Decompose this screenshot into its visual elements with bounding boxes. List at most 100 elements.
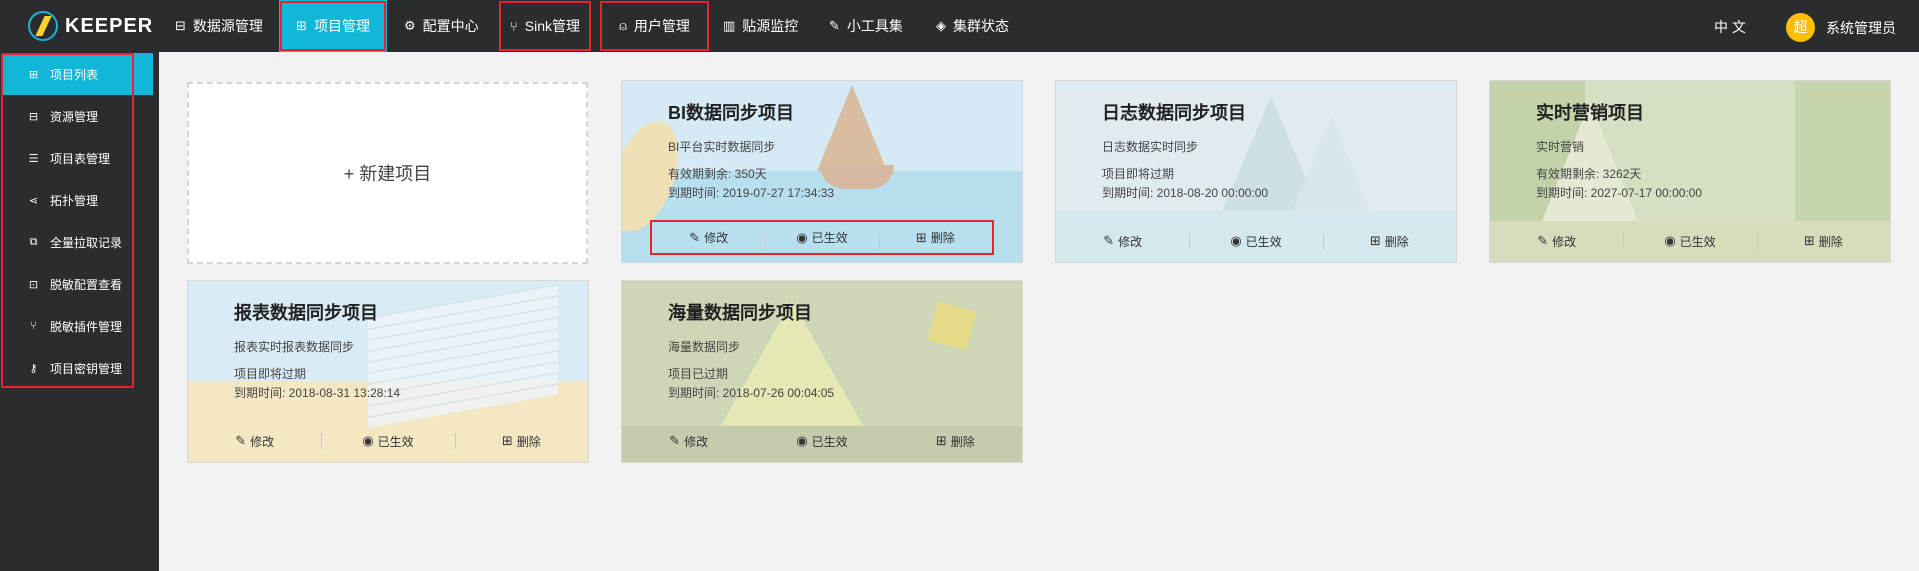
edit-button[interactable]: ✎ 修改 (622, 420, 755, 462)
sidebar-item-project-list[interactable]: ⊞ 项目列表 (3, 53, 153, 95)
gear-icon: ⚙ (404, 18, 416, 33)
nav-item-tools[interactable]: ✎ 小工具集 (829, 0, 921, 52)
sidebar-item-project-table[interactable]: ☰ 项目表管理 (3, 137, 153, 179)
edit-label: 修改 (250, 434, 275, 449)
delete-button[interactable]: ⊞ 删除 (878, 222, 992, 253)
card-actions: ✎ 修改 ◉ 已生效 ⊞ 删除 (1490, 220, 1890, 262)
sidebar-item-label: 资源管理 (50, 109, 99, 124)
edit-button[interactable]: ✎ 修改 (652, 222, 765, 253)
project-remaining: 项目已过期 (668, 367, 729, 381)
status-label: 已生效 (811, 231, 848, 245)
delete-label: 删除 (1818, 234, 1843, 249)
status-label: 已生效 (811, 434, 848, 449)
eye-icon: ◉ (1230, 233, 1242, 248)
edit-button[interactable]: ✎ 修改 (188, 420, 321, 462)
card-actions: ✎ 修改 ◉ 已生效 ⊞ 删除 (1056, 220, 1456, 262)
delete-button[interactable]: ⊞ 删除 (888, 420, 1022, 462)
project-description: 报表实时报表数据同步 (234, 340, 355, 354)
eye-icon: ◉ (796, 433, 808, 448)
user-name[interactable]: 系统管理员 (1826, 18, 1896, 38)
database-icon: ⊟ (175, 18, 186, 33)
edit-label: 修改 (684, 434, 709, 449)
nav-label: 项目管理 (313, 18, 370, 34)
nav-item-datasource[interactable]: ⊟ 数据源管理 (175, 0, 279, 52)
pencil-icon: ✎ (669, 433, 681, 448)
project-title: 日志数据同步项目 (1102, 103, 1246, 123)
project-expire-time: 到期时间: 2019-07-27 17:34:33 (668, 186, 835, 200)
top-navigation-bar: KEEPER ⊟ 数据源管理 ⊞ 项目管理 ⚙ 配置中心 ⑂ Sink管理 ⍝ … (0, 0, 1919, 52)
pencil-icon: ✎ (689, 229, 701, 245)
trash-icon: ⊞ (1369, 233, 1381, 248)
sidebar-item-label: 全量拉取记录 (50, 235, 123, 250)
project-remaining: 项目即将过期 (1102, 167, 1175, 181)
sidebar-item-mask-plugin[interactable]: ⑂ 脱敏插件管理 (3, 305, 153, 347)
status-label: 已生效 (1245, 234, 1282, 249)
sidebar-item-label: 项目列表 (50, 67, 99, 82)
delete-label: 删除 (930, 231, 955, 245)
lightning-logo-icon (28, 11, 58, 41)
card-actions: ✎ 修改 ◉ 已生效 ⊞ 删除 (622, 420, 1022, 462)
status-button[interactable]: ◉ 已生效 (321, 420, 454, 462)
status-button[interactable]: ◉ 已生效 (1189, 220, 1322, 262)
keeper-logo[interactable]: KEEPER (28, 10, 153, 42)
sidebar-item-resource[interactable]: ⊟ 资源管理 (3, 95, 153, 137)
sidebar-item-project-key[interactable]: ⚷ 项目密钥管理 (3, 347, 153, 389)
edit-button[interactable]: ✎ 修改 (1056, 220, 1189, 262)
project-card[interactable]: 实时营销项目 实时营销 有效期剩余: 3262天 到期时间: 2027-07-1… (1489, 80, 1891, 263)
plugin-icon: ⑂ (30, 320, 37, 332)
pencil-icon: ✎ (1537, 233, 1549, 248)
delete-button[interactable]: ⊞ 删除 (454, 420, 588, 462)
key-icon: ⚷ (29, 362, 38, 375)
table-icon: ☰ (28, 152, 39, 165)
language-switch[interactable]: 中 文 (1714, 17, 1746, 37)
sidebar-item-label: 拓扑管理 (50, 193, 99, 208)
project-description: 实时营销 (1536, 140, 1585, 154)
project-card[interactable]: 报表数据同步项目 报表实时报表数据同步 项目即将过期 到期时间: 2018-08… (187, 280, 589, 463)
nav-item-monitor[interactable]: ▥ 贴源监控 (723, 0, 815, 52)
project-expire-time: 到期时间: 2027-07-17 00:00:00 (1536, 186, 1703, 200)
nav-item-project[interactable]: ⊞ 项目管理 (279, 0, 387, 52)
delete-label: 删除 (950, 434, 975, 449)
logo-text: KEEPER (65, 14, 154, 37)
sidebar-item-label: 脱敏配置查看 (50, 277, 123, 292)
status-button[interactable]: ◉ 已生效 (755, 420, 888, 462)
nav-label: 数据源管理 (192, 18, 263, 34)
sidebar-item-topology[interactable]: ⋖ 拓扑管理 (3, 179, 153, 221)
project-card[interactable]: BI数据同步项目 BI平台实时数据同步 有效期剩余: 350天 到期时间: 20… (621, 80, 1023, 263)
project-expire-time: 到期时间: 2018-08-20 00:00:00 (1102, 186, 1269, 200)
delete-button[interactable]: ⊞ 删除 (1322, 220, 1456, 262)
avatar[interactable]: 超 (1786, 13, 1815, 42)
project-title: 实时营销项目 (1536, 103, 1644, 123)
new-project-card[interactable]: + 新建项目 (187, 82, 588, 264)
status-label: 已生效 (1679, 234, 1716, 249)
nav-item-sink[interactable]: ⑂ Sink管理 (498, 0, 592, 52)
nav-label: Sink管理 (524, 18, 581, 34)
wrench-icon: ✎ (829, 18, 840, 33)
delete-label: 删除 (1384, 234, 1409, 249)
nav-label: 用户管理 (633, 18, 690, 34)
eye-icon: ◉ (1664, 233, 1676, 248)
delete-button[interactable]: ⊞ 删除 (1756, 220, 1890, 262)
main-content: + 新建项目 BI数据同步项目 BI平台实时数据同步 有效期剩余: 350天 到… (159, 52, 1919, 571)
trash-icon: ⊞ (501, 433, 513, 448)
edit-label: 修改 (1118, 234, 1143, 249)
project-card[interactable]: 日志数据同步项目 日志数据实时同步 项目即将过期 到期时间: 2018-08-2… (1055, 80, 1457, 263)
sidebar-item-label: 项目密钥管理 (50, 361, 123, 376)
edit-label: 修改 (704, 231, 729, 245)
sidebar-item-label: 项目表管理 (50, 151, 111, 166)
nav-item-config[interactable]: ⚙ 配置中心 (404, 0, 496, 52)
project-description: 海量数据同步 (668, 340, 741, 354)
sidebar-item-full-pull[interactable]: ⧉ 全量拉取记录 (3, 221, 153, 263)
nav-item-user[interactable]: ⍝ 用户管理 (599, 0, 710, 52)
project-description: 日志数据实时同步 (1102, 140, 1199, 154)
nav-label: 集群状态 (953, 18, 1009, 34)
sink-icon: ⑂ (509, 18, 518, 34)
nav-item-cluster[interactable]: ◈ 集群状态 (936, 0, 1028, 52)
status-button[interactable]: ◉ 已生效 (765, 222, 878, 253)
sidebar-item-mask-config[interactable]: ⊡ 脱敏配置查看 (3, 263, 153, 305)
project-card[interactable]: 海量数据同步项目 海量数据同步 项目已过期 到期时间: 2018-07-26 0… (621, 280, 1023, 463)
sidebar-item-label: 脱敏插件管理 (50, 319, 123, 334)
status-button[interactable]: ◉ 已生效 (1623, 220, 1756, 262)
sidebar: ⊞ 项目列表 ⊟ 资源管理 ☰ 项目表管理 ⋖ 拓扑管理 ⧉ 全量拉取记录 ⊡ … (0, 52, 159, 571)
edit-button[interactable]: ✎ 修改 (1490, 220, 1623, 262)
